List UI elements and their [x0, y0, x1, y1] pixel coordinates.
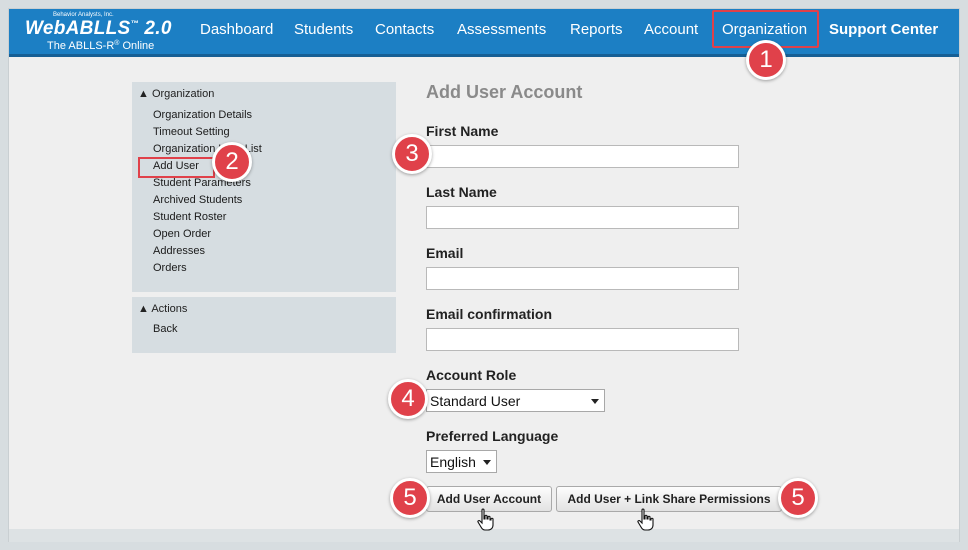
callout-marker-3: 3 [392, 134, 432, 174]
preferred-language-select[interactable]: English [426, 450, 497, 473]
app-frame: Behavior Analysts, Inc. WebABLLS™ 2.0 Th… [8, 8, 960, 542]
email-confirmation-input[interactable] [426, 328, 739, 351]
callout-marker-1: 1 [746, 40, 786, 80]
nav-support-center[interactable]: Support Center [829, 21, 938, 38]
preferred-language-label: Preferred Language [426, 428, 559, 444]
callout-marker-4: 4 [388, 379, 428, 419]
nav-students[interactable]: Students [294, 21, 353, 38]
account-role-select[interactable]: Standard User [426, 389, 605, 412]
logo-subtitle: The ABLLS-R® Online [47, 40, 154, 52]
top-navigation-bar: Behavior Analysts, Inc. WebABLLS™ 2.0 Th… [9, 9, 959, 57]
sidebar-item-orders[interactable]: Orders [153, 262, 187, 274]
nav-contacts[interactable]: Contacts [375, 21, 434, 38]
nav-dashboard[interactable]: Dashboard [200, 21, 273, 38]
logo-subtitle-text: The ABLLS-R [47, 40, 115, 52]
sidebar-item-organization-details[interactable]: Organization Details [153, 109, 252, 121]
nav-reports[interactable]: Reports [570, 21, 623, 38]
sidebar-item-addresses[interactable]: Addresses [153, 245, 205, 257]
logo-subtitle-suffix: Online [119, 40, 155, 52]
logo-brand: WebABLLS™ 2.0 [25, 18, 172, 40]
webablls-logo[interactable]: Behavior Analysts, Inc. WebABLLS™ 2.0 Th… [25, 12, 175, 54]
callout-marker-5b: 5 [778, 478, 818, 518]
hand-cursor-icon [477, 508, 494, 531]
first-name-label: First Name [426, 123, 499, 139]
sidebar-organization-heading[interactable]: ▲ Organization [138, 88, 214, 100]
email-input[interactable] [426, 267, 739, 290]
callout-marker-2: 2 [212, 142, 252, 182]
sidebar-organization-panel: ▲ Organization Organization Details Time… [132, 82, 396, 292]
last-name-label: Last Name [426, 184, 497, 200]
hand-cursor-icon [637, 508, 654, 531]
first-name-input[interactable] [426, 145, 739, 168]
last-name-input[interactable] [426, 206, 739, 229]
add-user-link-share-button[interactable]: Add User + Link Share Permissions [556, 486, 782, 512]
chevron-down-icon [591, 399, 599, 404]
sidebar-item-timeout-setting[interactable]: Timeout Setting [153, 126, 230, 138]
preferred-language-selected: English [430, 454, 476, 470]
sidebar-item-student-roster[interactable]: Student Roster [153, 211, 226, 223]
sidebar-item-back[interactable]: Back [153, 323, 177, 335]
logo-trademark: ™ [130, 19, 139, 28]
sidebar-actions-heading[interactable]: ▲ Actions [138, 303, 187, 315]
nav-account[interactable]: Account [644, 21, 698, 38]
callout-marker-5a: 5 [390, 478, 430, 518]
account-role-selected: Standard User [430, 393, 521, 409]
add-user-highlight-box [138, 157, 215, 178]
page-title: Add User Account [426, 82, 583, 102]
account-role-label: Account Role [426, 367, 517, 383]
sidebar-actions-panel: ▲ Actions Back [132, 297, 396, 353]
chevron-down-icon [483, 460, 491, 465]
sidebar-item-archived-students[interactable]: Archived Students [153, 194, 242, 206]
logo-version: 2.0 [144, 18, 172, 39]
email-label: Email [426, 245, 464, 261]
email-confirmation-label: Email confirmation [426, 306, 553, 322]
nav-assessments[interactable]: Assessments [457, 21, 546, 38]
logo-brand-name: WebABLLS [25, 18, 131, 39]
sidebar-item-open-order[interactable]: Open Order [153, 228, 211, 240]
